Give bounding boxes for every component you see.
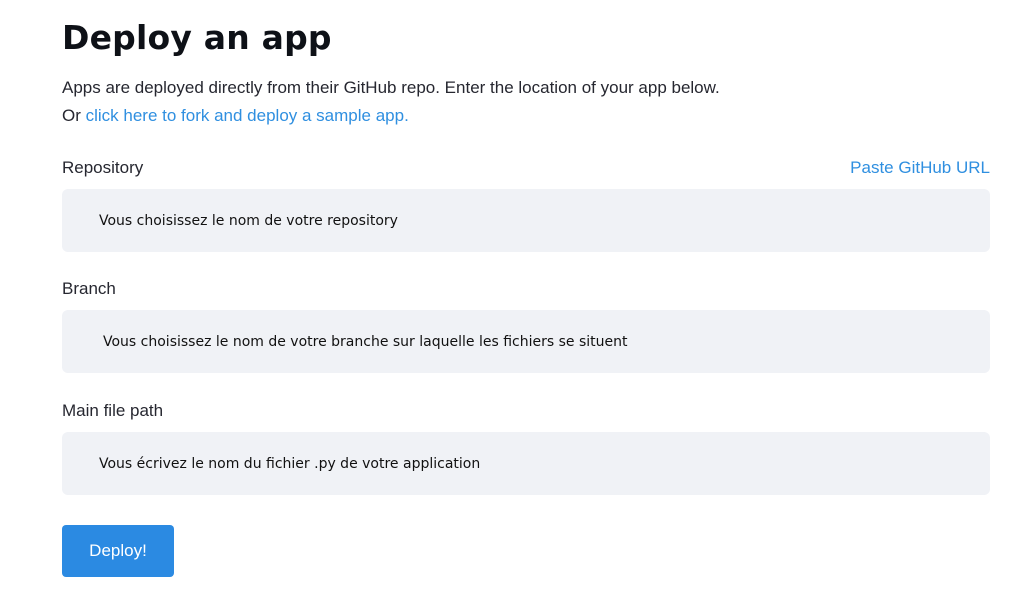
deploy-page: Deploy an app Apps are deployed directly… <box>62 0 990 577</box>
intro-line-fork: Or click here to fork and deploy a sampl… <box>62 102 990 130</box>
repository-label: Repository <box>62 158 144 177</box>
paste-github-url-link[interactable]: Paste GitHub URL <box>850 157 990 179</box>
intro-line: Apps are deployed directly from their Gi… <box>62 78 720 97</box>
intro-text: Apps are deployed directly from their Gi… <box>62 74 990 130</box>
branch-input-value: Vous choisissez le nom de votre branche … <box>103 333 628 350</box>
repository-input[interactable]: Vous choisissez le nom de votre reposito… <box>62 189 990 252</box>
repository-field-header: Repository Paste GitHub URL <box>62 157 990 179</box>
page-title: Deploy an app <box>62 18 332 57</box>
deploy-button[interactable]: Deploy! <box>62 525 174 577</box>
main-file-path-label: Main file path <box>62 401 164 420</box>
branch-input[interactable]: Vous choisissez le nom de votre branche … <box>62 310 990 373</box>
intro-or-text: Or <box>62 106 86 125</box>
main-file-path-field: Main file path Vous écrivez le nom du fi… <box>62 400 990 495</box>
main-file-field-header: Main file path <box>62 400 990 422</box>
branch-label: Branch <box>62 279 116 298</box>
repository-input-value: Vous choisissez le nom de votre reposito… <box>99 212 398 229</box>
branch-field-header: Branch <box>62 278 990 300</box>
main-file-path-input[interactable]: Vous écrivez le nom du fichier .py de vo… <box>62 432 990 495</box>
repository-field: Repository Paste GitHub URL Vous choisis… <box>62 157 990 252</box>
fork-sample-app-link[interactable]: click here to fork and deploy a sample a… <box>86 106 409 125</box>
branch-field: Branch Vous choisissez le nom de votre b… <box>62 278 990 373</box>
main-file-path-input-value: Vous écrivez le nom du fichier .py de vo… <box>99 455 481 472</box>
